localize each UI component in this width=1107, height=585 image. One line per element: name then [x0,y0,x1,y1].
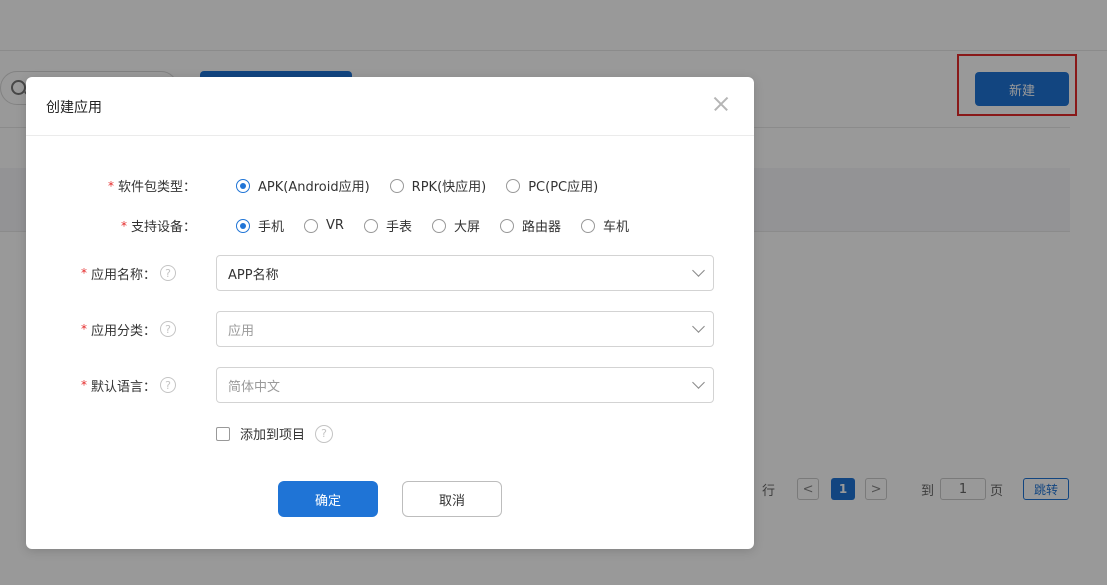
radio-label: 手表 [385,220,412,235]
add-to-project-label: 添加到项目 [240,428,306,443]
default-language-placeholder: 简体中文 [228,379,281,395]
app-name-row: * 应用名称： ? APP名称 [26,255,754,291]
app-category-select[interactable]: 应用 [216,311,714,347]
radio-apk[interactable]: APK(Android应用) [236,176,370,195]
chevron-down-icon [692,320,705,333]
radio-checked-icon [236,218,250,233]
app-name-value: APP名称 [228,267,279,283]
dialog-header: 创建应用 [26,77,754,136]
required-star: * [107,178,114,193]
radio-big-screen[interactable]: 大屏 [431,216,480,235]
package-type-radios: APK(Android应用) RPK(快应用) PC(PC应用) [236,176,618,195]
radio-label: RPK(快应用) [411,180,487,195]
app-category-row: * 应用分类： ? 应用 [26,311,754,347]
devices-label: * 支持设备： [26,216,216,236]
radio-label: APK(Android应用) [258,180,370,195]
chevron-down-icon [692,264,705,277]
radio-phone[interactable]: 手机 [236,216,284,235]
app-name-label-text: 应用名称： [90,267,156,283]
radio-unchecked-icon [581,218,595,233]
checkbox-icon [216,426,230,441]
radio-unchecked-icon [431,218,446,233]
radio-unchecked-icon [499,218,514,233]
radio-unchecked-icon [304,218,319,233]
default-language-label-text: 默认语言： [90,379,156,395]
required-star: * [120,218,127,233]
app-name-label: * 应用名称： ? [26,264,176,283]
radio-router[interactable]: 路由器 [499,216,561,235]
package-type-label: * 软件包类型： [26,176,216,196]
dialog-title: 创建应用 [46,100,102,116]
help-icon[interactable]: ? [315,424,334,443]
default-language-row: * 默认语言： ? 简体中文 [26,367,754,403]
radio-watch[interactable]: 手表 [363,216,412,235]
package-type-row: * 软件包类型： APK(Android应用) RPK(快应用) PC(PC应用… [26,176,754,195]
required-star: * [80,266,87,280]
app-category-label-text: 应用分类： [90,323,156,339]
radio-car[interactable]: 车机 [581,216,629,235]
default-language-select[interactable]: 简体中文 [216,367,714,403]
confirm-button[interactable]: 确定 [278,481,378,517]
radio-label: 车机 [603,220,630,235]
radio-checked-icon [236,178,250,193]
radio-label: 路由器 [521,220,561,235]
radio-unchecked-icon [389,178,404,193]
package-type-label-text: 软件包类型： [117,180,196,195]
required-star: * [80,378,87,392]
radio-label: PC(PC应用) [528,180,599,195]
app-name-select[interactable]: APP名称 [216,255,714,291]
devices-row: * 支持设备： 手机 VR 手表 大屏 路由器 车机 [26,216,754,235]
radio-label: 大屏 [453,220,480,235]
devices-radios: 手机 VR 手表 大屏 路由器 车机 [236,216,649,235]
devices-label-text: 支持设备： [130,220,196,235]
app-category-label: * 应用分类： ? [26,320,176,339]
app-category-placeholder: 应用 [228,323,255,339]
radio-pc[interactable]: PC(PC应用) [506,176,598,195]
help-icon[interactable]: ? [160,265,176,281]
add-to-project-checkbox[interactable]: 添加到项目 ? [216,424,334,443]
cancel-button[interactable]: 取消 [402,481,502,517]
required-star: * [80,322,87,336]
close-icon[interactable] [708,91,734,117]
chevron-down-icon [692,376,705,389]
help-icon[interactable]: ? [160,377,176,393]
radio-label: VR [326,218,344,233]
help-icon[interactable]: ? [160,321,176,337]
radio-vr[interactable]: VR [304,218,344,233]
default-language-label: * 默认语言： ? [26,376,176,395]
create-app-dialog: 创建应用 * 软件包类型： APK(Android应用) RPK(快应用) PC… [26,77,754,549]
radio-rpk[interactable]: RPK(快应用) [389,176,487,195]
radio-label: 手机 [258,220,285,235]
radio-unchecked-icon [506,178,521,193]
radio-unchecked-icon [363,218,378,233]
